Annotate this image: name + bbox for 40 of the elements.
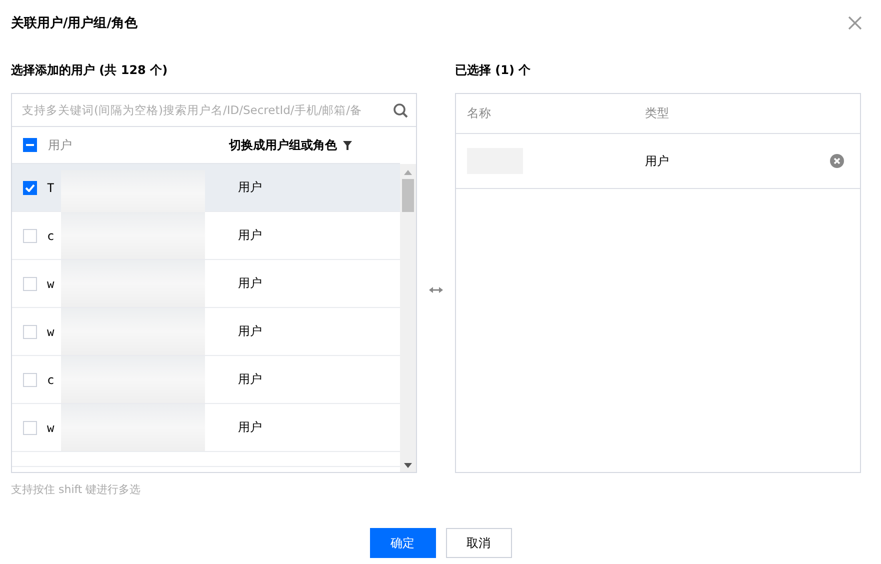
remove-icon[interactable] [830,154,844,168]
user-name: w [47,324,56,338]
row-checkbox[interactable] [23,180,37,194]
search-icon[interactable] [393,102,408,118]
user-name: w [47,276,56,290]
user-row[interactable]: w 用户 [12,260,400,308]
user-name: c [47,228,56,242]
scroll-up-icon[interactable] [404,170,412,175]
column-header: 名称 [467,105,492,122]
column-header: 类型 [645,105,670,122]
dialog-title: 关联用户/用户组/角色 [11,14,138,32]
filter-icon[interactable] [343,140,352,150]
column-header: 用户 [48,136,73,154]
dialog-button[interactable]: 确定 [370,528,436,558]
user-row[interactable]: T 用户 [12,164,400,212]
table-cell-text: 用户 [645,152,670,170]
select-all-checkbox[interactable] [23,138,37,152]
user-name: w [47,420,56,434]
table-cell: 用户 [238,275,262,292]
user-row[interactable]: c 用户 [12,212,400,260]
scroll-down-icon[interactable] [404,463,412,468]
user-name: c [47,372,56,386]
table-cell: 用户 [238,179,262,196]
swap-arrow-icon [429,286,443,294]
scrollbar-thumb[interactable] [402,179,414,212]
user-name: T [47,180,56,194]
table-cell: 用户 [238,227,262,244]
user-row[interactable]: w 用户 [12,404,400,452]
user-row[interactable]: w 用户 [12,308,400,356]
panel-title: 已选择 (1) 个 [455,62,532,79]
scrollbar[interactable] [400,164,416,472]
table-cell: 用户 [238,323,262,340]
panel-title: 选择添加的用户 (共 128 个) [11,62,169,79]
hint-text: 支持按住 shift 键进行多选 [11,482,142,497]
column-header: 切换成用户组或角色 [229,136,337,154]
dialog-button[interactable]: 取消 [446,528,512,558]
user-row[interactable]: c 用户 [12,356,400,404]
table-cell: 用户 [238,371,262,388]
close-icon[interactable] [848,16,862,30]
table-cell: 用户 [238,419,262,436]
